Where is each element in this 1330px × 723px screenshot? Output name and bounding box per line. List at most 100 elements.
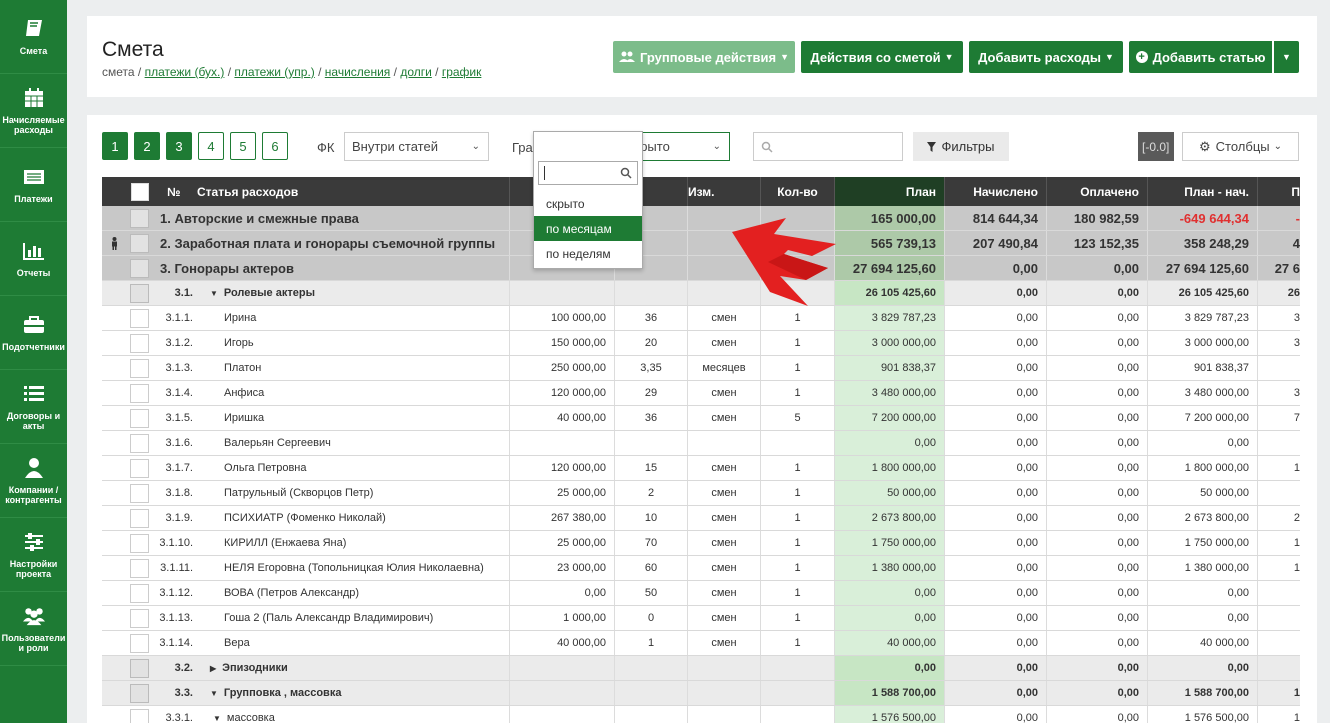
row-checkbox[interactable] — [130, 409, 149, 428]
breadcrumb-link-debts[interactable]: долги — [400, 65, 432, 79]
caret-down-icon[interactable]: ▼ — [210, 689, 218, 698]
table-row[interactable]: 3.1.1. Ирина 100 000,00 36 смен 1 3 829 787,23… — [102, 306, 1300, 331]
col-header-paid[interactable]: Оплачено — [1047, 177, 1148, 206]
row-checkbox[interactable] — [130, 659, 149, 678]
row-checkbox[interactable] — [130, 259, 149, 278]
columns-button[interactable]: ⚙ Столбцы ⌄ — [1182, 132, 1299, 161]
table-row[interactable]: 3.2. ▶ Эпизодники 0,00 0,00 0,00 0,00 — [102, 656, 1300, 681]
table-row[interactable]: 3.3.1. ▼ массовка 1 576 500,00 0,00 0,00 1 576… — [102, 706, 1300, 723]
col-header-accrued[interactable]: Начислено — [945, 177, 1047, 206]
row-checkbox[interactable] — [130, 634, 149, 653]
sidebar-item-7[interactable]: Настройки проекта — [0, 518, 67, 592]
sidebar-item-2[interactable]: Платежи — [0, 148, 67, 222]
row-checkbox[interactable] — [130, 209, 149, 228]
row-checkbox[interactable] — [130, 359, 149, 378]
dropdown-option-by-week[interactable]: по неделям — [534, 241, 642, 266]
table-row[interactable]: 3.1.2. Игорь 150 000,00 20 смен 1 3 000 000,00… — [102, 331, 1300, 356]
sidebar-item-8[interactable]: Пользователи и роли — [0, 592, 67, 666]
add-item-button[interactable]: + Добавить статью — [1129, 41, 1272, 73]
breadcrumb-link-payments-mgmt[interactable]: платежи (упр.) — [234, 65, 314, 79]
col-header-extra[interactable]: П — [1258, 177, 1300, 206]
table-row[interactable]: 2. Заработная плата и гонорары съемочной… — [102, 231, 1300, 256]
caret-down-icon[interactable]: ▼ — [213, 714, 221, 723]
sidebar-item-0[interactable]: Смета — [0, 0, 67, 74]
group-actions-button[interactable]: Групповые действия ▼ — [613, 41, 795, 73]
col-header-unit[interactable]: Изм. — [688, 177, 761, 206]
search-input[interactable] — [753, 132, 903, 161]
row-checkbox[interactable] — [130, 284, 149, 303]
cell-extra: 1 — [1258, 456, 1300, 480]
level-button-2[interactable]: 2 — [134, 132, 160, 160]
table-row[interactable]: 3.1.14. Вера 40 000,00 1 смен 1 40 000,00 0,00 0… — [102, 631, 1300, 656]
table-row[interactable]: 3.1.12. ВОВА (Петров Александр) 0,00 50 смен… — [102, 581, 1300, 606]
cell-name: Ирина — [197, 306, 510, 330]
table-row[interactable]: 3.1. ▼ Ролевые актеры 26 105 425,60 0,00 0,00… — [102, 281, 1300, 306]
level-button-1[interactable]: 1 — [102, 132, 128, 160]
cell-diff: 50 000,00 — [1148, 481, 1258, 505]
row-checkbox[interactable] — [130, 609, 149, 628]
sidebar-item-1[interactable]: Начисляемые расходы — [0, 74, 67, 148]
row-checkbox[interactable] — [130, 709, 149, 723]
row-checkbox[interactable] — [130, 459, 149, 478]
breadcrumb-link-accruals[interactable]: начисления — [325, 65, 391, 79]
sidebar-item-4[interactable]: Подотчетники — [0, 296, 67, 370]
estimate-actions-button[interactable]: Действия со сметой ▼ — [801, 41, 963, 73]
row-checkbox[interactable] — [130, 484, 149, 503]
cell-name: ▼ массовка — [197, 706, 510, 723]
row-checkbox[interactable] — [130, 309, 149, 328]
sidebar-item-5[interactable]: Договоры и акты — [0, 370, 67, 444]
row-checkbox[interactable] — [130, 434, 149, 453]
level-button-5[interactable]: 5 — [230, 132, 256, 160]
col-header-name[interactable]: Статья расходов — [197, 177, 510, 206]
row-checkbox[interactable] — [130, 584, 149, 603]
table-row[interactable]: 3.1.11. НЕЛЯ Егоровна (Топольницкая Юлия … — [102, 556, 1300, 581]
row-checkbox[interactable] — [130, 234, 149, 253]
level-button-4[interactable]: 4 — [198, 132, 224, 160]
table-row[interactable]: 3.1.3. Платон 250 000,00 3,35 месяцев 1 901 83… — [102, 356, 1300, 381]
table-row[interactable]: 3.1.9. ПСИХИАТР (Фоменко Николай) 267 380,… — [102, 506, 1300, 531]
fk-select[interactable]: Внутри статей ⌄ — [344, 132, 489, 161]
sidebar-item-3[interactable]: Отчеты — [0, 222, 67, 296]
table-row[interactable]: 3.1.7. Ольга Петровна 120 000,00 15 смен 1 1 8… — [102, 456, 1300, 481]
add-expenses-button[interactable]: Добавить расходы ▼ — [969, 41, 1123, 73]
cell-name: ПСИХИАТР (Фоменко Николай) — [197, 506, 510, 530]
caret-down-icon[interactable]: ▼ — [210, 289, 218, 298]
sidebar-item-6[interactable]: Компании / контрагенты — [0, 444, 67, 518]
dropdown-search-input[interactable] — [538, 161, 638, 185]
filters-button[interactable]: Фильтры — [913, 132, 1009, 161]
chevron-down-icon: ▼ — [1104, 52, 1114, 62]
table-row[interactable]: 3.3. ▼ Групповка , массовка 1 588 700,00 0,0… — [102, 681, 1300, 706]
table-row[interactable]: 1. Авторские и смежные права 165 000,00 81… — [102, 206, 1300, 231]
table-row[interactable]: 3.1.13. Гоша 2 (Паль Александр Владимиров… — [102, 606, 1300, 631]
table-row[interactable]: 3. Гонорары актеров 27 694 125,60 0,00 0,00… — [102, 256, 1300, 281]
breadcrumb-link-schedule[interactable]: график — [442, 65, 482, 79]
cell-text: 2. Заработная плата и гонорары съемочной… — [160, 235, 496, 251]
cell-text: 1 — [1293, 687, 1300, 699]
row-checkbox[interactable] — [130, 559, 149, 578]
table-row[interactable]: 3.1.10. КИРИЛЛ (Енжаева Яна) 25 000,00 70 см… — [102, 531, 1300, 556]
table-row[interactable]: 3.1.6. Валерьян Сергеевич 0,00 0,00 0,00 0,00 — [102, 431, 1300, 456]
row-checkbox[interactable] — [130, 334, 149, 353]
select-all-checkbox[interactable] — [131, 182, 149, 201]
cell-text: 0,00 — [1016, 362, 1038, 374]
row-checkbox[interactable] — [130, 534, 149, 553]
caret-right-icon[interactable]: ▶ — [210, 664, 216, 673]
cell-rate — [512, 281, 615, 305]
breadcrumb-link-payments-acc[interactable]: платежи (бух.) — [145, 65, 225, 79]
add-item-dropdown-button[interactable]: ▼ — [1274, 41, 1299, 73]
table-row[interactable]: 3.1.5. Иришка 40 000,00 36 смен 5 7 200 000,00… — [102, 406, 1300, 431]
col-header-plan[interactable]: План — [835, 177, 945, 206]
row-checkbox[interactable] — [130, 384, 149, 403]
level-button-6[interactable]: 6 — [262, 132, 288, 160]
dropdown-option-hidden[interactable]: скрыто — [534, 191, 642, 216]
table-row[interactable]: 3.1.4. Анфиса 120 000,00 29 смен 1 3 480 000,0… — [102, 381, 1300, 406]
level-button-3[interactable]: 3 — [166, 132, 192, 160]
cell-col3: 36 — [615, 306, 688, 330]
row-checkbox[interactable] — [130, 684, 149, 703]
col-header-qty[interactable]: Кол-во — [761, 177, 835, 206]
row-checkbox[interactable] — [130, 509, 149, 528]
col-header-plan-minus-accrued[interactable]: План - нач. — [1148, 177, 1258, 206]
cell-text: 27 694 125,60 — [852, 260, 936, 276]
dropdown-option-by-month[interactable]: по месяцам — [534, 216, 642, 241]
table-row[interactable]: 3.1.8. Патрульный (Скворцов Петр) 25 000,0… — [102, 481, 1300, 506]
